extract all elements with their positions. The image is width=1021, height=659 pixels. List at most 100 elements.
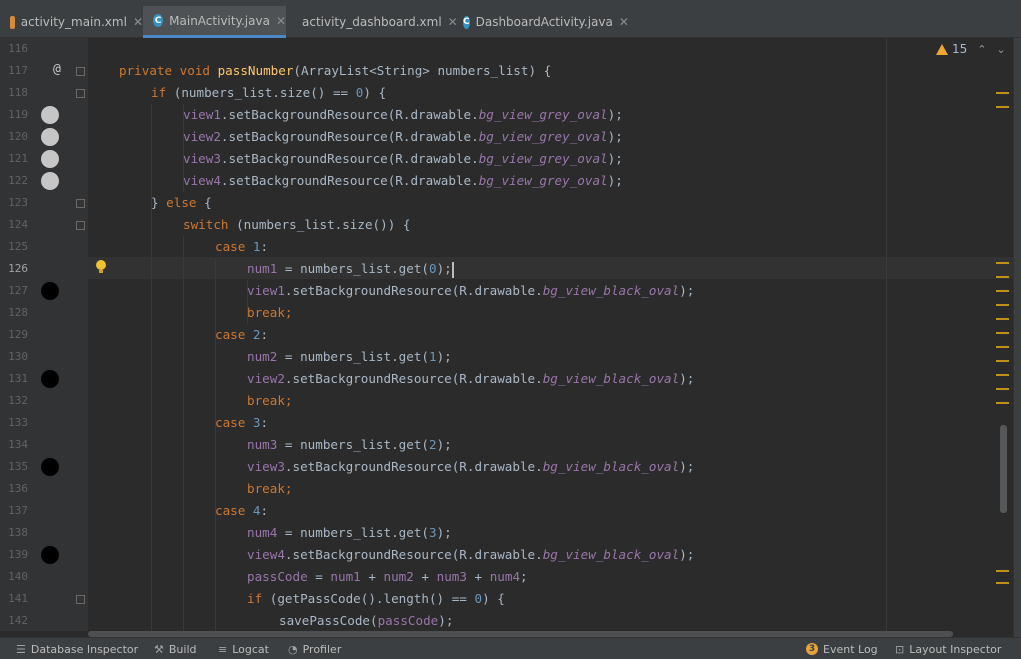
- warning-stripe-mark[interactable]: [996, 388, 1009, 390]
- event-log-label: Event Log: [823, 642, 878, 656]
- close-icon[interactable]: ✕: [133, 15, 143, 29]
- code-line[interactable]: if (getPassCode().length() == 0) {: [247, 588, 505, 610]
- tab-label: DashboardActivity.java: [475, 15, 613, 29]
- close-icon[interactable]: ✕: [276, 14, 286, 28]
- tab-label: MainActivity.java: [169, 13, 270, 28]
- warning-stripe-mark[interactable]: [996, 276, 1009, 278]
- tab-dashboard-activity-java[interactable]: C DashboardActivity.java ✕: [453, 6, 629, 38]
- layout-inspector-button[interactable]: ⊡ Layout Inspector: [895, 638, 1001, 659]
- line-number: 124: [8, 218, 28, 231]
- warning-stripe-mark[interactable]: [996, 332, 1009, 334]
- code-line[interactable]: private void passNumber(ArrayList<String…: [119, 60, 551, 82]
- line-number: 127: [8, 284, 28, 297]
- code-line[interactable]: } else {: [151, 192, 212, 214]
- black-oval-preview-icon[interactable]: [41, 282, 59, 300]
- warning-stripe-mark[interactable]: [996, 360, 1009, 362]
- black-oval-preview-icon[interactable]: [41, 458, 59, 476]
- tab-activity-main-xml[interactable]: activity_main.xml ✕: [0, 6, 143, 38]
- database-inspector-button[interactable]: ☰ Database Inspector: [16, 638, 138, 659]
- code-line[interactable]: view4.setBackgroundResource(R.drawable.b…: [183, 170, 623, 192]
- code-line-current[interactable]: num1 = numbers_list.get(0);: [247, 258, 454, 280]
- indent-guide: [183, 236, 184, 631]
- code-text: (ArrayList<String> numbers_list) {: [293, 63, 552, 78]
- code-line[interactable]: view1.setBackgroundResource(R.drawable.b…: [247, 280, 694, 302]
- inspection-widget[interactable]: 15 ⌃ ⌄: [936, 42, 1006, 56]
- logcat-label: Logcat: [232, 642, 269, 656]
- code-line[interactable]: break;: [247, 390, 293, 412]
- fold-toggle-icon[interactable]: [76, 89, 85, 98]
- fold-toggle-icon[interactable]: [76, 67, 85, 76]
- code-text: ;: [520, 569, 528, 584]
- fold-toggle-icon[interactable]: [76, 595, 85, 604]
- code-line[interactable]: case 2:: [215, 324, 268, 346]
- warning-stripe-mark[interactable]: [996, 304, 1009, 306]
- editor-gutter[interactable]: 116 117 118 119 120 121 122 123 124 125 …: [0, 38, 88, 631]
- code-line[interactable]: view2.setBackgroundResource(R.drawable.b…: [247, 368, 694, 390]
- warning-stripe-mark[interactable]: [996, 402, 1009, 404]
- tab-main-activity-java[interactable]: C MainActivity.java ✕: [143, 6, 286, 38]
- warning-stripe-mark[interactable]: [996, 374, 1009, 376]
- code-line[interactable]: num2 = numbers_list.get(1);: [247, 346, 452, 368]
- code-line[interactable]: num4 = numbers_list.get(3);: [247, 522, 452, 544]
- tab-activity-dashboard-xml[interactable]: activity_dashboard.xml ✕: [286, 6, 458, 38]
- code-line[interactable]: case 4:: [215, 500, 268, 522]
- override-marker-icon[interactable]: @: [53, 62, 61, 77]
- warning-stripe-mark[interactable]: [996, 106, 1009, 108]
- tab-label: activity_dashboard.xml: [302, 15, 442, 29]
- warning-stripe-mark[interactable]: [996, 92, 1009, 94]
- line-number: 138: [8, 526, 28, 539]
- warning-stripe-mark[interactable]: [996, 582, 1009, 584]
- code-text: );: [679, 459, 695, 474]
- code-line[interactable]: case 1:: [215, 236, 268, 258]
- line-number: 116: [8, 42, 28, 55]
- fold-toggle-icon[interactable]: [76, 221, 85, 230]
- code-line[interactable]: view3.setBackgroundResource(R.drawable.b…: [247, 456, 694, 478]
- warning-stripe-mark[interactable]: [996, 262, 1009, 264]
- previous-highlight-icon[interactable]: ⌃: [977, 43, 986, 56]
- warning-stripe-mark[interactable]: [996, 290, 1009, 292]
- warning-stripe-mark[interactable]: [996, 318, 1009, 320]
- keyword: private void: [119, 63, 218, 78]
- code-line[interactable]: view2.setBackgroundResource(R.drawable.b…: [183, 126, 623, 148]
- code-line[interactable]: view3.setBackgroundResource(R.drawable.b…: [183, 148, 623, 170]
- code-editor[interactable]: 15 ⌃ ⌄ private void passNumber(ArrayList…: [88, 38, 1013, 631]
- code-text: :: [260, 327, 269, 342]
- code-line[interactable]: num3 = numbers_list.get(2);: [247, 434, 452, 456]
- grey-oval-preview-icon[interactable]: [41, 106, 59, 124]
- code-line[interactable]: break;: [247, 478, 293, 500]
- code-line[interactable]: break;: [247, 302, 293, 324]
- fold-toggle-icon[interactable]: [76, 199, 85, 208]
- code-line[interactable]: case 3:: [215, 412, 268, 434]
- profiler-button[interactable]: ◔ Profiler: [288, 638, 341, 659]
- line-number: 137: [8, 504, 28, 517]
- code-line[interactable]: switch (numbers_list.size()) {: [183, 214, 410, 236]
- build-button[interactable]: ⚒ Build: [154, 638, 197, 659]
- next-highlight-icon[interactable]: ⌄: [997, 43, 1006, 56]
- code-text: ) {: [363, 85, 387, 100]
- grey-oval-preview-icon[interactable]: [41, 150, 59, 168]
- vertical-scrollbar-thumb[interactable]: [1000, 425, 1007, 513]
- code-line[interactable]: view4.setBackgroundResource(R.drawable.b…: [247, 544, 694, 566]
- resource-ref: bg_view_black_oval: [542, 459, 680, 474]
- grey-oval-preview-icon[interactable]: [41, 172, 59, 190]
- code-line[interactable]: view1.setBackgroundResource(R.drawable.b…: [183, 104, 623, 126]
- logcat-button[interactable]: ≡ Logcat: [218, 638, 269, 659]
- line-number: 119: [8, 108, 28, 121]
- warning-stripe-mark[interactable]: [996, 570, 1009, 572]
- black-oval-preview-icon[interactable]: [41, 370, 59, 388]
- lightbulb-icon[interactable]: [95, 259, 107, 275]
- method-name: passNumber: [217, 63, 294, 78]
- warning-stripe-mark[interactable]: [996, 346, 1009, 348]
- code-line[interactable]: if (numbers_list.size() == 0) {: [151, 82, 386, 104]
- code-text: +: [413, 569, 437, 584]
- warning-count: 15: [952, 42, 968, 56]
- field-ref: view2: [247, 371, 285, 386]
- event-log-button[interactable]: 3 Event Log: [806, 638, 878, 659]
- black-oval-preview-icon[interactable]: [41, 546, 59, 564]
- right-tool-window-strip[interactable]: [1013, 38, 1021, 637]
- code-line[interactable]: passCode = num1 + num2 + num3 + num4;: [247, 566, 528, 588]
- logcat-icon: ≡: [218, 642, 228, 656]
- code-line[interactable]: savePassCode(passCode);: [279, 610, 453, 631]
- close-icon[interactable]: ✕: [619, 15, 629, 29]
- grey-oval-preview-icon[interactable]: [41, 128, 59, 146]
